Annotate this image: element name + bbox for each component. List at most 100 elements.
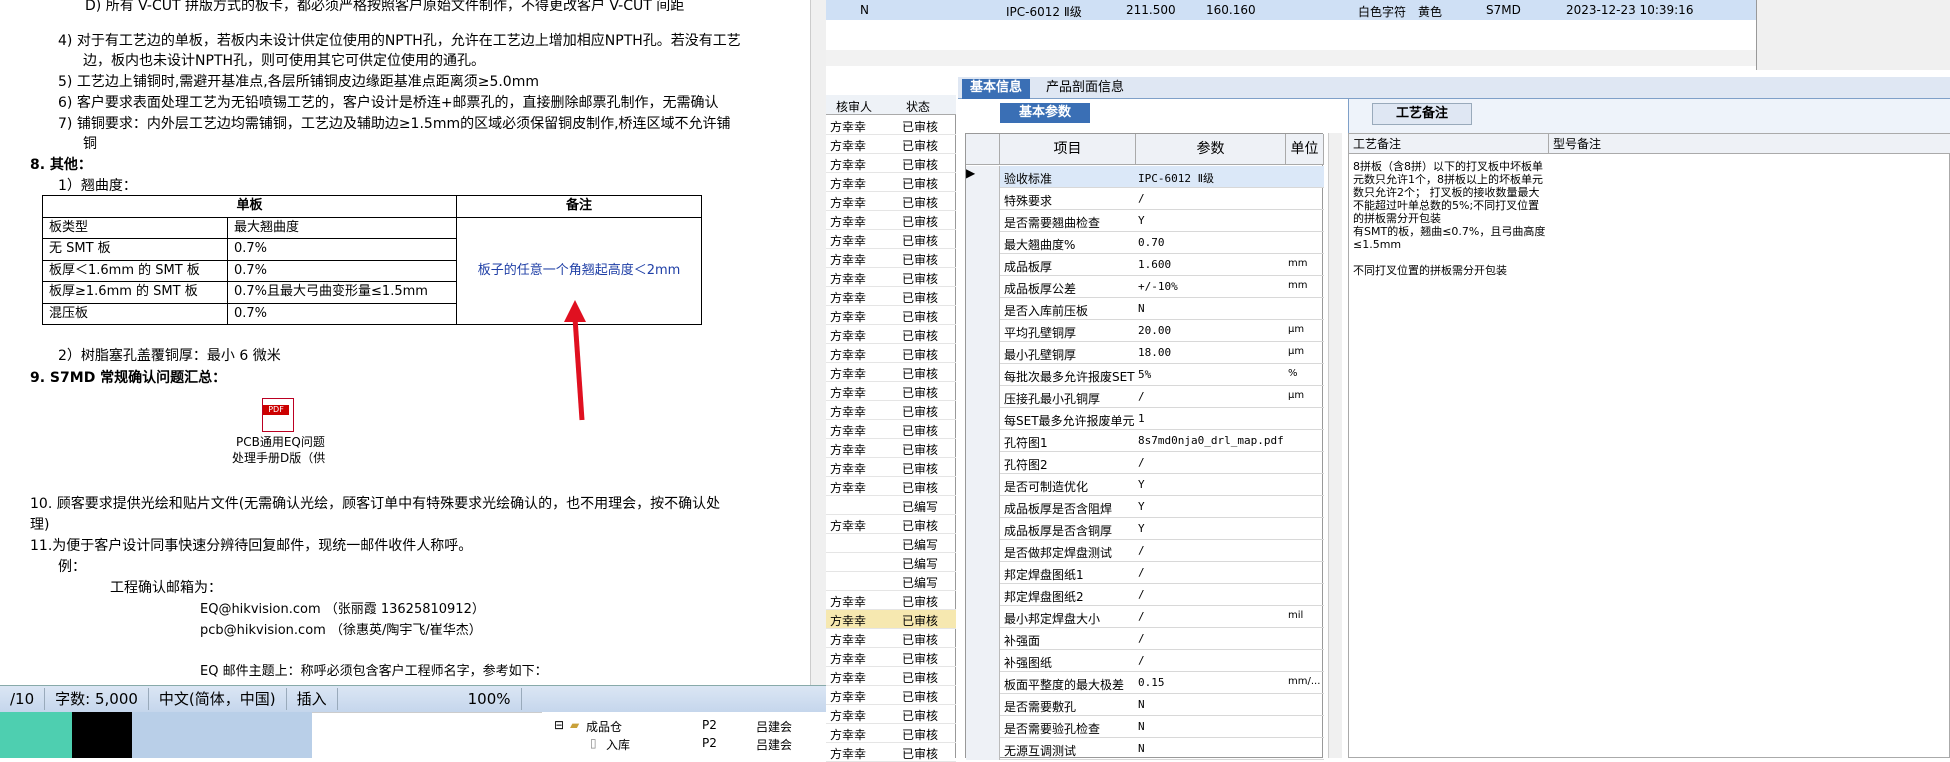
param-value[interactable]: / — [1138, 390, 1288, 403]
grid-header-unit[interactable]: 单位 — [1286, 134, 1324, 165]
table-row[interactable]: 最小邦定焊盘大小 / mil — [966, 606, 1324, 628]
param-value[interactable]: 20.00 — [1138, 324, 1288, 337]
pdf-file-icon[interactable]: PDF — [262, 398, 294, 432]
row-selector[interactable] — [966, 320, 1000, 342]
table-row[interactable]: 孔符图1 8s7md0nja0_drl_map.pdf — [966, 430, 1324, 452]
table-row[interactable]: 补强面 / — [966, 628, 1324, 650]
row-selector[interactable] — [966, 254, 1000, 276]
table-row[interactable]: 孔符图2 / — [966, 452, 1324, 474]
table-row[interactable]: 无源互调测试 N — [966, 738, 1324, 760]
review-list[interactable]: 核审人 状态 方幸幸 已审核 方幸幸 已审核 方幸幸 已审核 方幸幸 已审核 方幸幸 已审核 方幸幸… — [826, 95, 956, 762]
param-value[interactable]: 1.600 — [1138, 258, 1288, 271]
tab-basic-info[interactable]: 基本信息 — [962, 79, 1031, 99]
table-row[interactable]: 邦定焊盘图纸1 / — [966, 562, 1324, 584]
param-value[interactable]: 0.15 — [1138, 676, 1288, 689]
list-item[interactable]: 方幸幸 已审核 — [826, 154, 956, 173]
row-selector[interactable] — [966, 430, 1000, 452]
list-item[interactable]: 方幸幸 已审核 — [826, 306, 956, 325]
param-value[interactable]: / — [1138, 588, 1288, 601]
param-value[interactable]: / — [1138, 566, 1288, 579]
row-selector[interactable] — [966, 386, 1000, 408]
process-note-text[interactable]: 8拼板（含8拼）以下的打叉板中坏板单元数只允许1个，8拼板以上的坏板单元数只允许… — [1353, 160, 1548, 277]
row-selector[interactable] — [966, 650, 1000, 672]
email-line[interactable]: pcb@hikvision.com （徐惠英/陶宇飞/崔华杰） — [200, 621, 482, 641]
param-value[interactable]: N — [1138, 720, 1288, 733]
list-item[interactable]: 方幸幸 已审核 — [826, 743, 956, 762]
tree-node-label[interactable]: 成品仓 — [586, 718, 622, 735]
list-item[interactable]: 方幸幸 已审核 — [826, 667, 956, 686]
list-item[interactable]: 方幸幸 已审核 — [826, 610, 956, 629]
table-row[interactable]: 是否需要敷孔 N — [966, 694, 1324, 716]
row-selector[interactable] — [966, 672, 1000, 694]
list-item[interactable]: 方幸幸 已审核 — [826, 173, 956, 192]
row-selector[interactable] — [966, 342, 1000, 364]
table-row[interactable]: 每SET最多允许报废单元 1 — [966, 408, 1324, 430]
row-selector[interactable] — [966, 562, 1000, 584]
zoom-level[interactable]: 100% — [458, 688, 522, 710]
list-item[interactable]: 方幸幸 已审核 — [826, 116, 956, 135]
grid-header-param[interactable]: 参数 — [1136, 134, 1286, 165]
order-grid-selected-row[interactable]: N IPC-6012 Ⅱ级 211.500 160.160 白色字符 黄色 S7… — [826, 0, 1756, 20]
word-count[interactable]: 字数: 5,000 — [45, 688, 149, 710]
insert-mode[interactable]: 插入 — [287, 688, 338, 710]
param-value[interactable]: Y — [1138, 522, 1288, 535]
row-selector[interactable] — [966, 584, 1000, 606]
row-selector[interactable] — [966, 232, 1000, 254]
list-item[interactable]: 方幸幸 已审核 — [826, 344, 956, 363]
param-value[interactable]: N — [1138, 698, 1288, 711]
param-value[interactable]: / — [1138, 632, 1288, 645]
list-item[interactable]: 方幸幸 已审核 — [826, 591, 956, 610]
list-item[interactable]: 方幸幸 已审核 — [826, 629, 956, 648]
list-item[interactable]: 方幸幸 已审核 — [826, 287, 956, 306]
table-row[interactable]: ▶ 验收标准 IPC-6012 Ⅱ级 — [966, 166, 1324, 188]
table-row[interactable]: 邦定焊盘图纸2 / — [966, 584, 1324, 606]
list-item[interactable]: 已编写 — [826, 534, 956, 553]
list-item[interactable]: 方幸幸 已审核 — [826, 135, 956, 154]
table-row[interactable]: 是否做邦定焊盘测试 / — [966, 540, 1324, 562]
row-selector[interactable] — [966, 474, 1000, 496]
list-item[interactable]: 方幸幸 已审核 — [826, 420, 956, 439]
row-selector[interactable] — [966, 364, 1000, 386]
row-selector[interactable] — [966, 452, 1000, 474]
table-row[interactable]: 成品板厚 1.600 mm — [966, 254, 1324, 276]
grid-vertical-scrollbar[interactable] — [1328, 133, 1342, 758]
list-item[interactable]: 方幸幸 已审核 — [826, 458, 956, 477]
tab-process-remarks[interactable]: 工艺备注 — [1372, 103, 1472, 125]
list-item[interactable]: 已编写 — [826, 496, 956, 515]
doc-vertical-scrollbar[interactable] — [810, 0, 826, 685]
list-item[interactable]: 方幸幸 已审核 — [826, 724, 956, 743]
table-row[interactable]: 平均孔壁铜厚 20.00 μm — [966, 320, 1324, 342]
tab-basic-params[interactable]: 基本参数 — [1000, 103, 1090, 123]
row-selector[interactable] — [966, 298, 1000, 320]
table-row[interactable]: 是否需要翘曲检查 Y — [966, 210, 1324, 232]
warehouse-tree[interactable]: ⊟ ▰ 成品仓 P2 吕建会 ▯ 入库 P2 吕建会 — [542, 712, 826, 758]
list-item[interactable]: 方幸幸 已审核 — [826, 363, 956, 382]
row-selector[interactable] — [966, 518, 1000, 540]
row-selector[interactable] — [966, 628, 1000, 650]
list-item[interactable]: 方幸幸 已审核 — [826, 230, 956, 249]
param-value[interactable]: N — [1138, 302, 1288, 315]
param-value[interactable]: Y — [1138, 478, 1288, 491]
row-selector[interactable] — [966, 694, 1000, 716]
tree-node-label[interactable]: 入库 — [606, 736, 630, 753]
param-value[interactable]: Y — [1138, 500, 1288, 513]
table-row[interactable]: 是否入库前压板 N — [966, 298, 1324, 320]
row-selector[interactable] — [966, 210, 1000, 232]
row-selector[interactable] — [966, 496, 1000, 518]
row-selector[interactable]: ▶ — [966, 166, 1000, 188]
table-row[interactable]: 成品板厚是否含铜厚 Y — [966, 518, 1324, 540]
list-item[interactable]: 方幸幸 已审核 — [826, 325, 956, 344]
param-value[interactable]: 8s7md0nja0_drl_map.pdf — [1138, 434, 1288, 447]
param-value[interactable]: 1 — [1138, 412, 1288, 425]
param-value[interactable]: / — [1138, 610, 1288, 623]
table-row[interactable]: 特殊要求 / — [966, 188, 1324, 210]
row-selector[interactable] — [966, 606, 1000, 628]
order-grid-horizontal-scrollbar[interactable] — [826, 50, 1756, 66]
table-row[interactable]: 最小孔壁铜厚 18.00 μm — [966, 342, 1324, 364]
list-item[interactable]: 方幸幸 已审核 — [826, 268, 956, 287]
param-value[interactable]: / — [1138, 456, 1288, 469]
list-item[interactable]: 方幸幸 已审核 — [826, 211, 956, 230]
row-selector[interactable] — [966, 408, 1000, 430]
table-row[interactable]: 成品板厚是否含阻焊 Y — [966, 496, 1324, 518]
table-row[interactable]: 最大翘曲度% 0.70 — [966, 232, 1324, 254]
